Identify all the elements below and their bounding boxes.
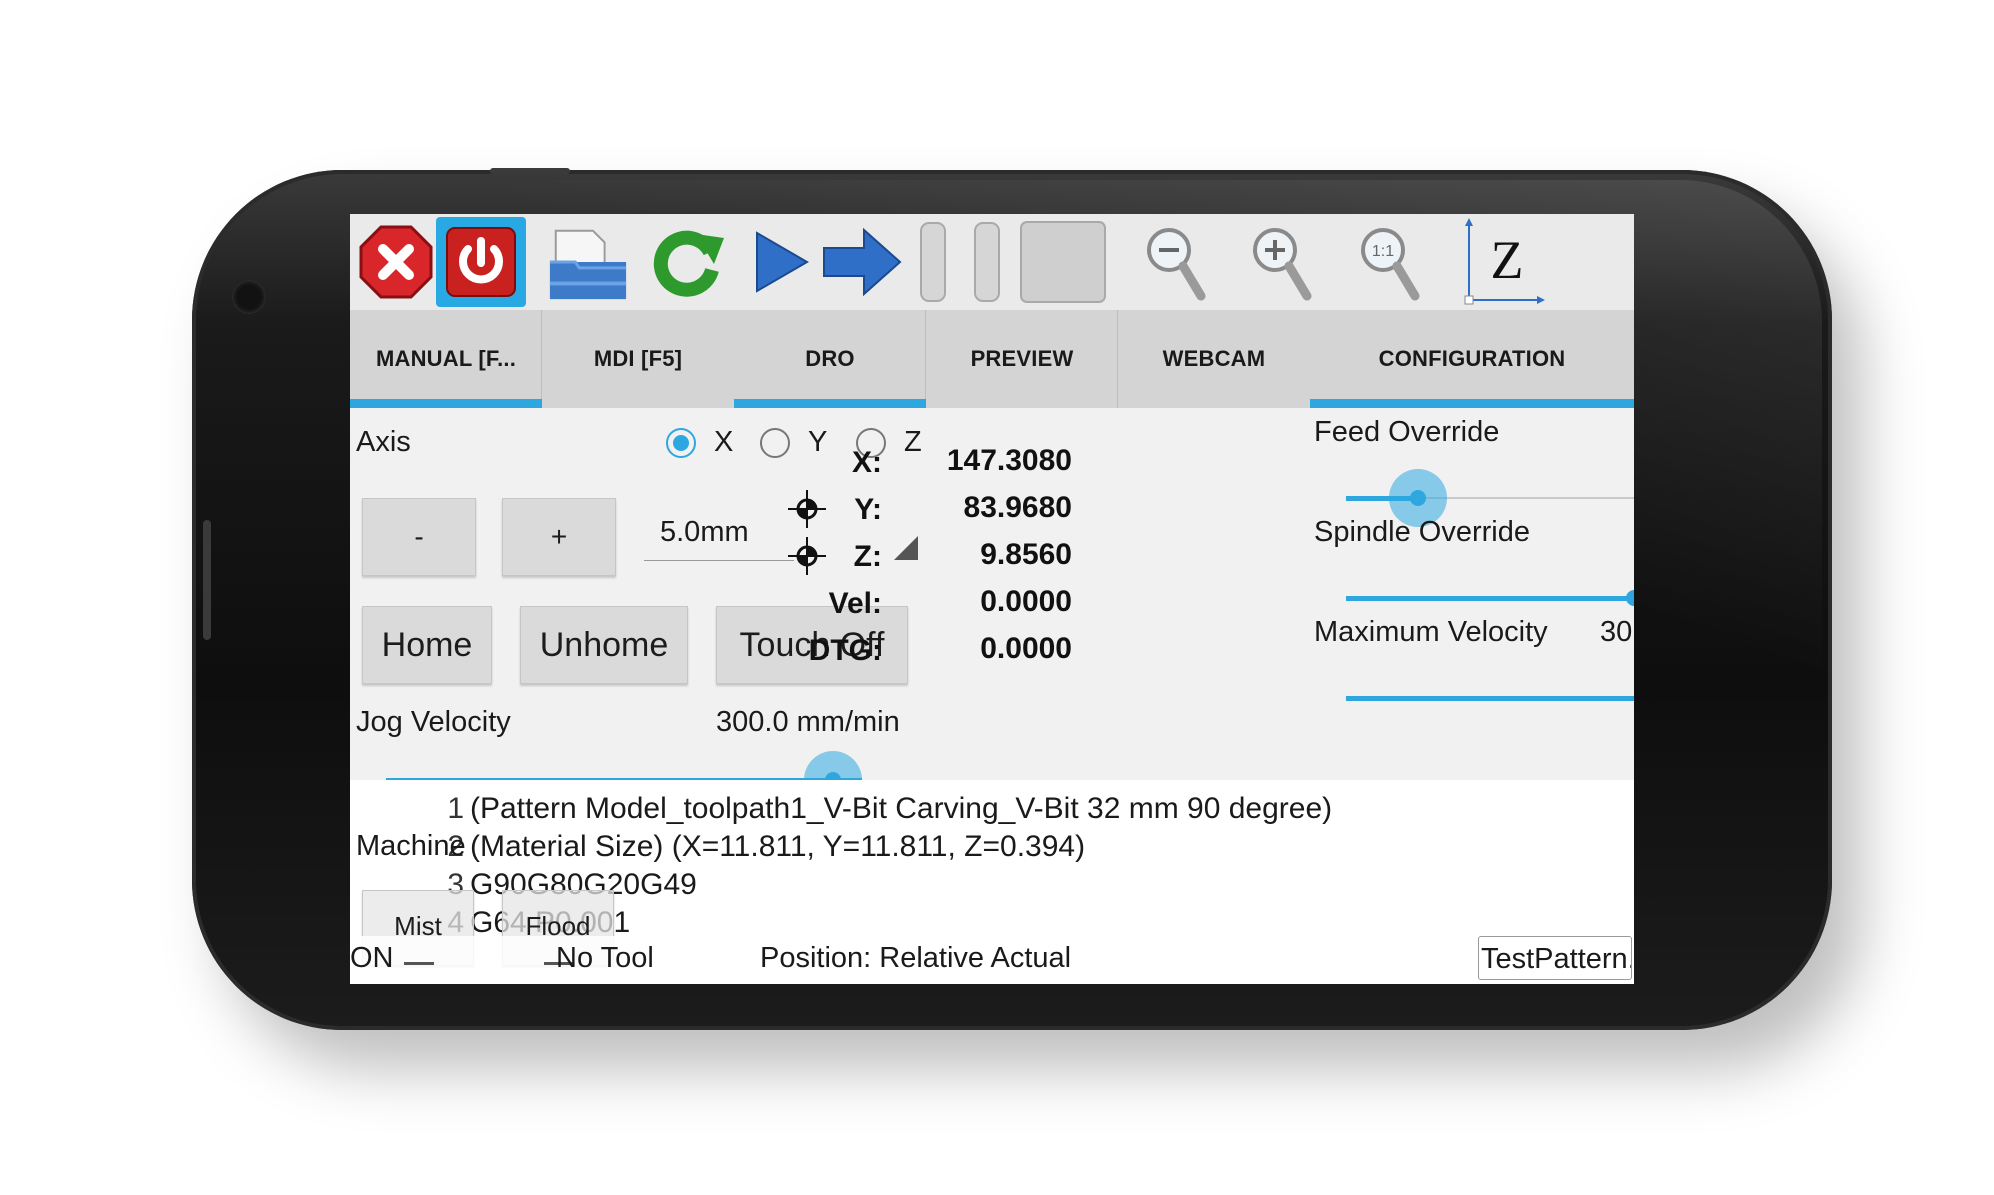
max-velocity-value: 30	[1600, 616, 1633, 648]
jog-plus-button[interactable]: +	[502, 498, 616, 576]
pause-icon[interactable]	[916, 220, 950, 304]
tab-label: PREVIEW	[970, 346, 1074, 371]
tab-label: MDI [F5]	[593, 346, 683, 371]
step-icon[interactable]	[820, 220, 904, 304]
open-file-icon[interactable]	[546, 220, 630, 304]
dro-vel-value: 0.0000	[980, 585, 1072, 618]
tab-label: DRO	[805, 346, 855, 371]
max-velocity-track	[1346, 696, 1634, 701]
tab-label: CONFIGURATION	[1378, 346, 1566, 371]
jog-plus-label: +	[550, 521, 568, 552]
app-screen: 1:1 Z MANUAL [F... MDI [F5] DRO PREVIEW …	[350, 214, 1634, 984]
dro-z-value: 9.8560	[980, 538, 1072, 571]
view-z-label: Z	[1491, 230, 1524, 290]
tab-label: MANUAL [F...	[375, 346, 517, 371]
max-velocity-label: Maximum Velocity	[1314, 616, 1548, 648]
zoom-fit-icon[interactable]: 1:1	[1348, 220, 1432, 304]
jog-velocity-label: Jog Velocity	[356, 706, 511, 738]
axis-y-radio[interactable]	[760, 428, 790, 458]
zoom-in-icon[interactable]	[1240, 220, 1324, 304]
jog-minus-button[interactable]: -	[362, 498, 476, 576]
axis-label: Axis	[356, 426, 411, 458]
feed-override-slider[interactable]	[1346, 469, 1634, 527]
run-icon[interactable]	[738, 220, 822, 304]
file-name: TestPattern....	[1481, 943, 1631, 975]
power-icon[interactable]	[436, 217, 526, 307]
tool-status: No Tool	[556, 942, 654, 974]
gcode-line: 1 (Pattern Model_toolpath1_V-Bit Carving_…	[434, 792, 1332, 826]
phone-top-button	[490, 168, 570, 174]
machine-state: ON	[350, 942, 394, 974]
front-camera	[232, 280, 266, 314]
tab-mdi[interactable]: MDI [F5]	[542, 310, 734, 408]
zoom-out-icon[interactable]	[1134, 220, 1218, 304]
overrides-panel: Feed Override Spindle Override Maximum V…	[1310, 408, 1634, 780]
jog-velocity-value: 300.0 mm/min	[716, 706, 900, 738]
tab-manual[interactable]: MANUAL [F...	[350, 310, 542, 408]
jog-minus-label: -	[414, 521, 424, 552]
gcode-line-text: (Pattern Model_toolpath1_V-Bit Carving_V…	[470, 792, 1333, 825]
dro-dtg-label: DTG:	[808, 634, 882, 667]
estop-icon[interactable]	[354, 220, 438, 304]
tab-dro[interactable]: DRO	[734, 310, 926, 408]
home-button[interactable]: Home	[362, 606, 492, 684]
view-z-icon[interactable]: Z	[1458, 218, 1548, 305]
phone-side-key	[203, 520, 211, 640]
unhome-button[interactable]: Unhome	[520, 606, 688, 684]
gcode-line-number: 1	[447, 792, 464, 825]
dro-dtg-value: 0.0000	[980, 632, 1072, 665]
tab-configuration[interactable]: CONFIGURATION	[1310, 310, 1634, 408]
jog-increment-value[interactable]: 5.0mm	[660, 516, 749, 549]
zoom-fit-label: 1:1	[1372, 243, 1394, 260]
increment-underline	[644, 560, 794, 561]
gcode-line: 2 (Material Size) (X=11.811, Y=11.811, Z=…	[434, 830, 1085, 864]
toolbar: 1:1 Z	[350, 214, 1634, 310]
reload-icon[interactable]	[646, 220, 730, 304]
machine-label: Machine	[356, 830, 466, 862]
spindle-override-slider[interactable]	[1346, 584, 1634, 614]
tab-preview[interactable]: PREVIEW	[926, 310, 1118, 408]
home-label: Home	[381, 625, 473, 664]
max-velocity-slider[interactable]	[1346, 684, 1634, 714]
dro-x-value: 147.3080	[946, 444, 1072, 477]
stop-icon[interactable]	[970, 220, 1004, 304]
axis-x-label: X	[714, 426, 734, 458]
feed-override-label: Feed Override	[1314, 416, 1500, 448]
unhome-label: Unhome	[539, 625, 669, 664]
axis-x-radio[interactable]	[666, 428, 696, 458]
file-name-box[interactable]: TestPattern....	[1478, 936, 1632, 980]
tab-label: WEBCAM	[1162, 346, 1266, 371]
tab-bar: MANUAL [F... MDI [F5] DRO PREVIEW WEBCAM…	[350, 310, 1634, 408]
dro-y-value: 83.9680	[963, 491, 1072, 524]
blank-icon[interactable]	[1018, 220, 1108, 304]
tab-webcam[interactable]: WEBCAM	[1118, 310, 1310, 408]
position-mode: Position: Relative Actual	[760, 942, 1072, 974]
gcode-line-text: (Material Size) (X=11.811, Y=11.811, Z=0…	[470, 830, 1086, 863]
spindle-override-label: Spindle Override	[1314, 516, 1530, 548]
spindle-override-track	[1346, 596, 1634, 601]
mist-indicator	[404, 962, 434, 965]
